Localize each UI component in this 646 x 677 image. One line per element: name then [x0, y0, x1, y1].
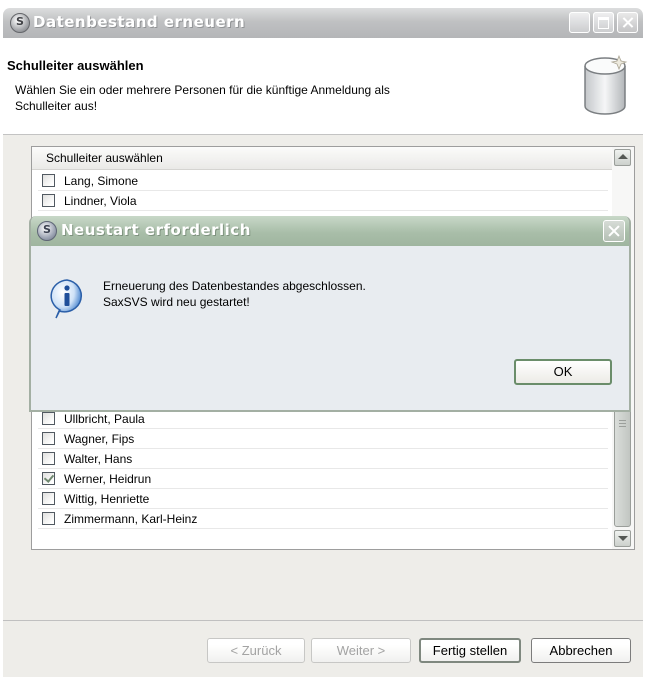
list-item-checkbox[interactable] — [42, 432, 55, 445]
list-item-checkbox[interactable] — [42, 194, 55, 207]
list-column-header-label: Schulleiter auswählen — [46, 151, 163, 165]
saxsvs-app-icon — [37, 221, 57, 241]
list-item-label: Werner, Heidrun — [64, 472, 152, 486]
footer-divider — [3, 620, 643, 621]
wizard-description-line: Schulleiter aus! — [15, 99, 98, 113]
list-item-checkbox[interactable] — [42, 492, 55, 505]
list-item-checkbox[interactable] — [42, 512, 55, 525]
wizard-header: Schulleiter auswählen Wählen Sie ein ode… — [3, 38, 643, 135]
grip-line — [619, 420, 626, 421]
list-item-label: Walter, Hans — [64, 452, 133, 466]
cancel-button[interactable]: Abbrechen — [531, 638, 631, 663]
list-item-label: Wittig, Henriette — [64, 492, 150, 506]
list-item-label: Lang, Simone — [64, 174, 139, 188]
dialog-close-button[interactable] — [603, 220, 625, 242]
list-item[interactable]: Ullbricht, Paula — [38, 409, 608, 429]
row-divider — [38, 528, 608, 529]
main-window-title: Datenbestand erneuern — [33, 13, 246, 31]
ok-button[interactable]: OK — [514, 359, 612, 385]
list-column-header[interactable]: Schulleiter auswählen — [32, 147, 612, 170]
main-titlebar[interactable]: Datenbestand erneuern — [3, 8, 643, 38]
close-button[interactable] — [617, 12, 638, 33]
dialog-message-line: SaxSVS wird neu gestartet! — [103, 295, 250, 309]
row-divider — [38, 210, 608, 211]
dialog-title: Neustart erforderlich — [61, 221, 251, 239]
wizard-description: Wählen Sie ein oder mehrere Personen für… — [15, 82, 515, 114]
restart-dialog: Neustart erforderlich Erneuerung des Dat… — [29, 216, 631, 412]
next-button[interactable]: Weiter > — [311, 638, 411, 663]
dialog-titlebar[interactable]: Neustart erforderlich — [31, 216, 629, 246]
list-item-label: Lindner, Viola — [64, 194, 137, 208]
finish-button[interactable]: Fertig stellen — [419, 638, 521, 663]
scroll-down-button[interactable] — [614, 530, 631, 547]
list-item[interactable]: Zimmermann, Karl-Heinz — [38, 509, 608, 529]
list-item-checkbox-checked[interactable] — [42, 472, 55, 485]
wizard-description-line: Wählen Sie ein oder mehrere Personen für… — [15, 83, 390, 97]
saxsvs-app-icon — [10, 13, 30, 33]
grip-line — [619, 426, 626, 427]
scroll-thumb[interactable] — [614, 409, 631, 527]
list-item-checkbox[interactable] — [42, 174, 55, 187]
grip-line — [619, 423, 626, 424]
database-cylinder-icon — [584, 54, 628, 115]
list-item-label: Zimmermann, Karl-Heinz — [64, 512, 198, 526]
back-button[interactable]: < Zurück — [207, 638, 305, 663]
list-item-checkbox[interactable] — [42, 452, 55, 465]
info-icon — [50, 279, 83, 319]
list-item[interactable]: Lindner, Viola — [38, 191, 608, 211]
list-item[interactable]: Wagner, Fips — [38, 429, 608, 449]
list-item[interactable]: Walter, Hans — [38, 449, 608, 469]
minimize-button[interactable] — [569, 12, 590, 33]
list-item-label: Ullbricht, Paula — [64, 412, 145, 426]
dialog-message: Erneuerung des Datenbestandes abgeschlos… — [103, 278, 366, 310]
maximize-button[interactable] — [593, 12, 614, 33]
list-item[interactable]: Lang, Simone — [38, 171, 608, 191]
list-item[interactable]: Werner, Heidrun — [38, 469, 608, 489]
scroll-up-button[interactable] — [614, 149, 631, 166]
dialog-message-line: Erneuerung des Datenbestandes abgeschlos… — [103, 279, 366, 293]
list-item-label: Wagner, Fips — [64, 432, 135, 446]
list-item-checkbox[interactable] — [42, 412, 55, 425]
wizard-title: Schulleiter auswählen — [7, 58, 144, 73]
list-item[interactable]: Wittig, Henriette — [38, 489, 608, 509]
